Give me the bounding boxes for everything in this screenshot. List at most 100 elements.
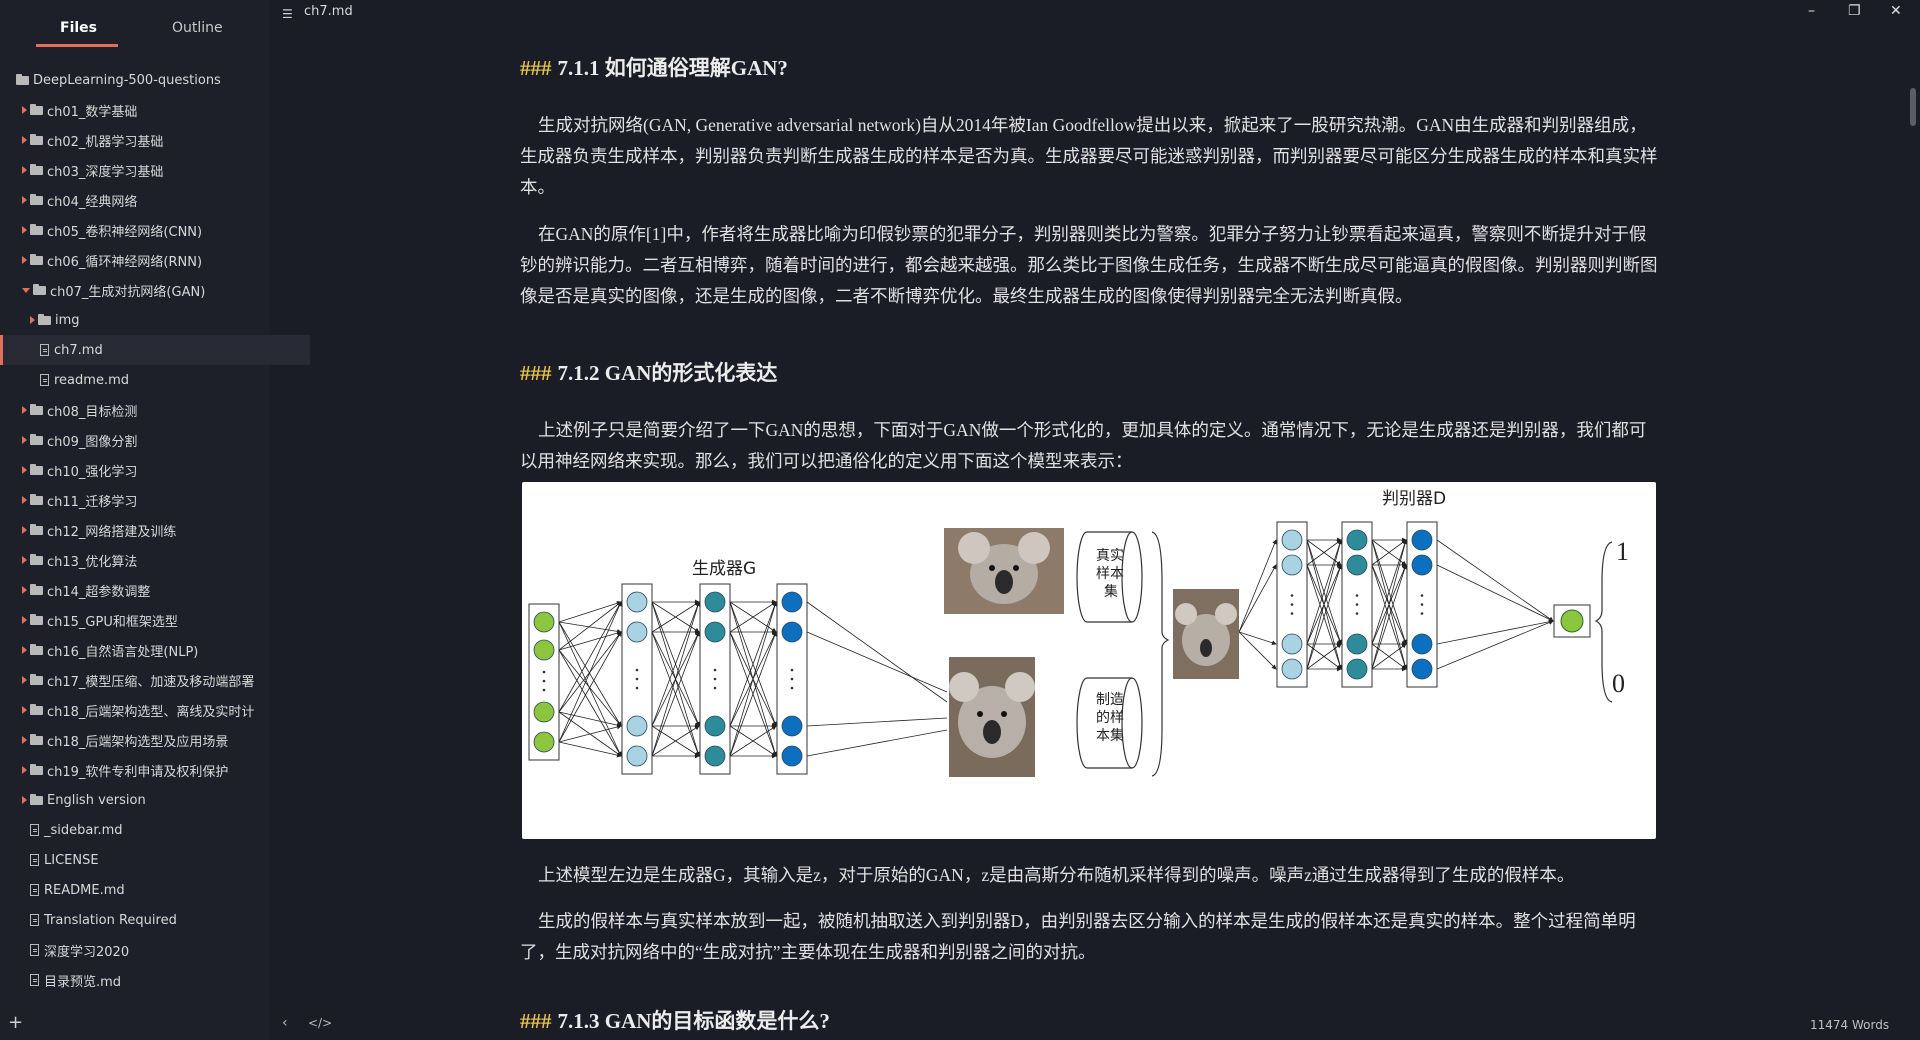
chevron-right-icon[interactable]	[22, 556, 27, 564]
folder-icon	[38, 313, 51, 325]
tree-folder-item[interactable]: ch08_目标检测	[0, 395, 292, 425]
folder-icon	[30, 673, 43, 685]
tree-folder-item[interactable]: ch05_卷积神经网络(CNN)	[0, 215, 292, 245]
folder-icon	[30, 433, 43, 445]
chevron-right-icon[interactable]	[22, 616, 27, 624]
tab-outline[interactable]: Outline	[172, 20, 223, 36]
tree-item-label: 目录预览.md	[44, 974, 122, 990]
chevron-right-icon[interactable]	[22, 586, 27, 594]
ellipsis-dot	[713, 677, 717, 681]
tree-folder-item[interactable]: ch19_软件专利申请及权利保护	[0, 755, 292, 785]
folder-icon	[30, 253, 43, 265]
chevron-right-icon[interactable]	[22, 106, 27, 114]
connection-arrow	[558, 601, 622, 713]
chevron-right-icon[interactable]	[22, 136, 27, 144]
tree-folder-item[interactable]: ch14_超参数调整	[0, 575, 292, 605]
gan-diagram: 生成器G 判别器D 真实 样本 集 制造 的样 本集 1 0	[528, 489, 1629, 777]
connection-arrow	[558, 601, 622, 651]
tree-folder-item[interactable]: ch07_生成对抗网络(GAN)	[0, 275, 292, 305]
tree-folder-item[interactable]: English version	[0, 785, 292, 815]
active-tab-indicator	[36, 44, 118, 47]
chevron-right-icon[interactable]	[22, 226, 27, 234]
source-code-mode-button[interactable]: </>	[308, 1016, 332, 1030]
tree-folder-item[interactable]: ch13_优化算法	[0, 545, 292, 575]
tree-item-label: ch10_强化学习	[47, 464, 138, 480]
connection-arrow	[806, 631, 948, 693]
maximize-button[interactable]: ❐	[1848, 3, 1861, 19]
tree-folder-item[interactable]: ch06_循环神经网络(RNN)	[0, 245, 292, 275]
tree-file-item[interactable]: 目录预览.md	[0, 965, 300, 995]
tree-file-item[interactable]: ch7.md	[0, 335, 310, 365]
svg-text:真实: 真实	[1096, 548, 1124, 564]
chevron-right-icon[interactable]	[22, 796, 27, 804]
tree-folder-item[interactable]: ch10_强化学习	[0, 455, 292, 485]
tree-folder-item[interactable]: ch01_数学基础	[0, 95, 292, 125]
neuron	[1346, 529, 1368, 551]
neuron	[1346, 658, 1368, 680]
tree-folder-item[interactable]: ch18_后端架构选型、离线及实时计	[0, 695, 292, 725]
scrollbar-thumb[interactable]	[1910, 88, 1916, 126]
generator-label: 生成器G	[692, 559, 756, 579]
tree-folder-item[interactable]: img	[0, 305, 300, 335]
tree-folder-item[interactable]: ch09_图像分割	[0, 425, 292, 455]
minimize-button[interactable]: –	[1808, 3, 1815, 19]
folder-icon	[30, 793, 43, 805]
word-count[interactable]: 11474 Words	[1810, 1018, 1889, 1032]
chevron-right-icon[interactable]	[22, 196, 27, 204]
folder-icon	[30, 403, 43, 415]
chevron-right-icon[interactable]	[22, 766, 27, 774]
tree-folder-item[interactable]: ch16_自然语言处理(NLP)	[0, 635, 292, 665]
chevron-right-icon[interactable]	[22, 646, 27, 654]
tree-folder-item[interactable]: ch04_经典网络	[0, 185, 292, 215]
tree-file-item[interactable]: readme.md	[0, 365, 310, 395]
tree-folder-item[interactable]: ch03_深度学习基础	[0, 155, 292, 185]
toggle-sidebar-button[interactable]: ‹	[282, 1015, 288, 1031]
tree-item-label: ch16_自然语言处理(NLP)	[47, 644, 199, 660]
tree-item-label: ch11_迁移学习	[47, 494, 138, 510]
tree-folder-item[interactable]: ch15_GPU和框架选型	[0, 605, 292, 635]
neuron	[781, 715, 803, 737]
tree-item-label: ch17_模型压缩、加速及移动端部署	[47, 674, 255, 690]
ellipsis-dot	[790, 686, 794, 690]
chevron-right-icon[interactable]	[22, 466, 27, 474]
menu-icon[interactable]: ☰	[282, 7, 293, 21]
tab-files[interactable]: Files	[60, 20, 97, 36]
tree-file-item[interactable]: README.md	[0, 875, 300, 905]
gan-diagram-image: 生成器G 判别器D 真实 样本 集 制造 的样 本集 1 0	[522, 482, 1656, 839]
chevron-right-icon[interactable]	[22, 526, 27, 534]
chevron-right-icon[interactable]	[22, 706, 27, 714]
chevron-right-icon[interactable]	[22, 676, 27, 684]
chevron-right-icon[interactable]	[30, 316, 35, 324]
paragraph: 上述例子只是简要介绍了一下GAN的思想，下面对于GAN做一个形式化的，更加具体的…	[520, 420, 1647, 471]
tree-file-item[interactable]: 深度学习2020	[0, 935, 300, 965]
add-file-button[interactable]: +	[8, 1012, 23, 1033]
tree-folder-item[interactable]: ch11_迁移学习	[0, 485, 292, 515]
tree-item-label: img	[55, 312, 80, 328]
file-sidebar: Files Outline DeepLearning-500-questions…	[0, 0, 310, 1040]
neuron	[626, 591, 648, 613]
tree-item-label: ch7.md	[54, 342, 103, 358]
close-button[interactable]: ✕	[1890, 3, 1902, 19]
tree-file-item[interactable]: _sidebar.md	[0, 815, 300, 845]
tree-root[interactable]: DeepLearning-500-questions	[0, 65, 286, 95]
chevron-right-icon[interactable]	[22, 406, 27, 414]
ellipsis-dot	[542, 670, 546, 674]
chevron-right-icon[interactable]	[22, 166, 27, 174]
folder-icon	[30, 733, 43, 745]
chevron-right-icon[interactable]	[22, 736, 27, 744]
tree-file-item[interactable]: Translation Required	[0, 905, 300, 935]
svg-text:集: 集	[1104, 583, 1118, 600]
tree-folder-item[interactable]: ch02_机器学习基础	[0, 125, 292, 155]
connection-arrow	[806, 717, 948, 727]
tree-folder-item[interactable]: ch17_模型压缩、加速及移动端部署	[0, 665, 292, 695]
chevron-right-icon[interactable]	[22, 256, 27, 264]
tree-folder-item[interactable]: ch12_网络搭建及训练	[0, 515, 292, 545]
chevron-right-icon[interactable]	[22, 436, 27, 444]
heading-text: 7.1.1 如何通俗理解GAN?	[557, 56, 788, 80]
ellipsis-dot	[1355, 603, 1359, 606]
chevron-down-icon[interactable]	[22, 287, 30, 293]
chevron-right-icon[interactable]	[22, 496, 27, 504]
svg-text:制造: 制造	[1096, 692, 1124, 708]
tree-file-item[interactable]: LICENSE	[0, 845, 300, 875]
tree-folder-item[interactable]: ch18_后端架构选型及应用场景	[0, 725, 292, 755]
